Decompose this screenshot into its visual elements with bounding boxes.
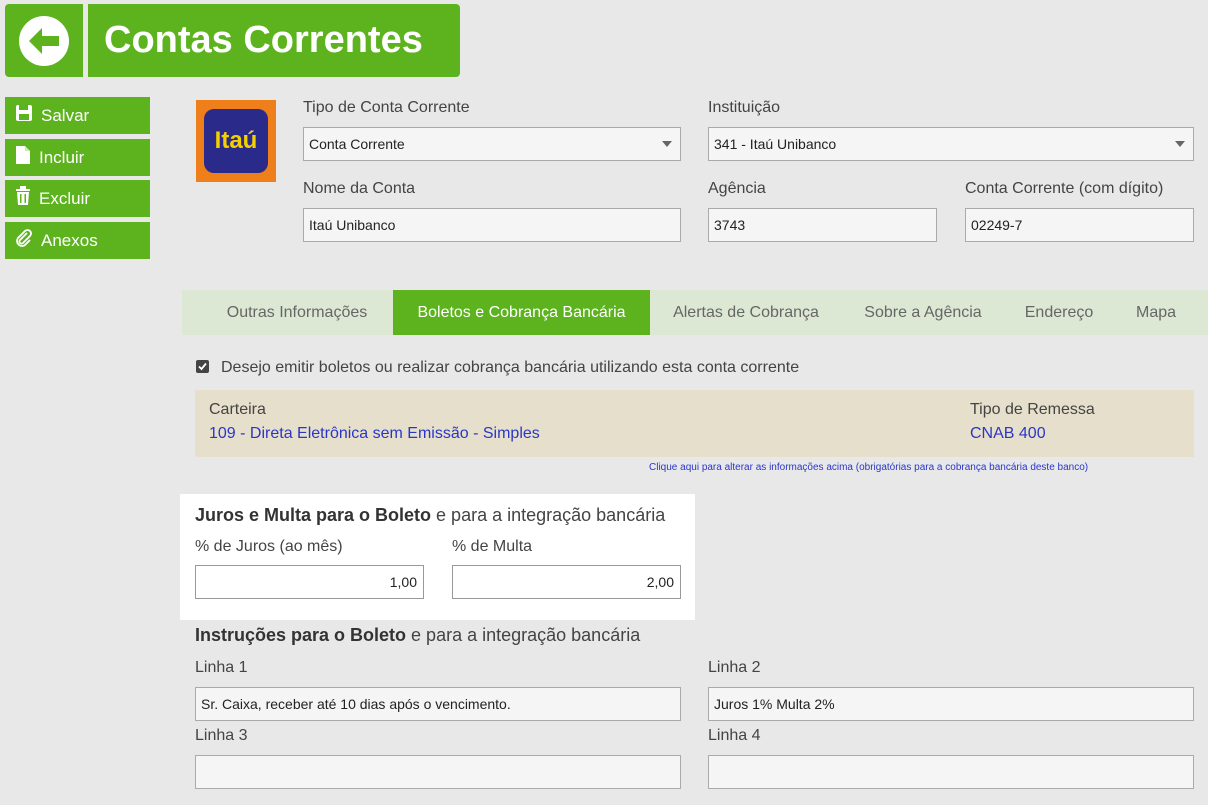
- bank-logo: Itaú: [196, 100, 276, 182]
- tab-billing-alerts[interactable]: Alertas de Cobrança: [656, 290, 836, 335]
- agency-input[interactable]: 3743: [708, 208, 937, 242]
- emit-boletos-label: Desejo emitir boletos ou realizar cobran…: [221, 359, 800, 376]
- line1-input[interactable]: Sr. Caixa, receber até 10 dias após o ve…: [195, 687, 681, 721]
- tab-boletos[interactable]: Boletos e Cobrança Bancária: [393, 290, 650, 335]
- line2-input[interactable]: Juros 1% Multa 2%: [708, 687, 1194, 721]
- account-number-label: Conta Corrente (com dígito): [965, 180, 1164, 197]
- carteira-value: 109 - Direta Eletrônica sem Emissão - Si…: [209, 425, 540, 442]
- page-title: Contas Correntes: [88, 4, 460, 77]
- carteira-label: Carteira: [209, 401, 266, 418]
- save-button[interactable]: Salvar: [5, 97, 150, 134]
- delete-button[interactable]: Excluir: [5, 180, 150, 217]
- account-number-input[interactable]: 02249-7: [965, 208, 1194, 242]
- new-file-icon: [15, 145, 31, 170]
- account-type-select[interactable]: Conta Corrente: [303, 127, 681, 161]
- line3-label: Linha 3: [195, 727, 248, 744]
- line4-input[interactable]: [708, 755, 1194, 789]
- chevron-down-icon: [1175, 141, 1185, 147]
- institution-value: 341 - Itaú Unibanco: [714, 136, 837, 152]
- account-type-label: Tipo de Conta Corrente: [303, 99, 470, 116]
- trash-icon: [15, 186, 31, 211]
- back-arrow-icon: [19, 15, 69, 66]
- bank-logo-text: Itaú: [204, 109, 268, 173]
- checkmark-icon: [198, 362, 207, 371]
- fine-label: % de Multa: [452, 538, 533, 555]
- add-label: Incluir: [39, 147, 85, 167]
- tab-other-info[interactable]: Outras Informações: [206, 290, 388, 335]
- remessa-label: Tipo de Remessa: [970, 401, 1095, 418]
- fine-input[interactable]: 2,00: [452, 565, 681, 599]
- chevron-down-icon: [662, 141, 672, 147]
- back-button[interactable]: [5, 4, 83, 77]
- emit-boletos-checkbox[interactable]: [196, 360, 209, 373]
- interest-input[interactable]: 1,00: [195, 565, 424, 599]
- institution-label: Instituição: [708, 99, 781, 116]
- institution-select[interactable]: 341 - Itaú Unibanco: [708, 127, 1194, 161]
- account-name-label: Nome da Conta: [303, 180, 416, 197]
- tab-address[interactable]: Endereço: [1010, 290, 1108, 335]
- save-label: Salvar: [41, 105, 90, 125]
- agency-label: Agência: [708, 180, 766, 197]
- line4-label: Linha 4: [708, 727, 761, 744]
- account-type-value: Conta Corrente: [309, 136, 405, 152]
- interest-fine-title: Juros e Multa para o Boleto e para a int…: [195, 505, 666, 525]
- tab-about-agency[interactable]: Sobre a Agência: [847, 290, 999, 335]
- add-button[interactable]: Incluir: [5, 139, 150, 176]
- line3-input[interactable]: [195, 755, 681, 789]
- remessa-value: CNAB 400: [970, 425, 1046, 442]
- attachments-label: Anexos: [41, 230, 98, 250]
- line1-label: Linha 1: [195, 659, 248, 676]
- instructions-title: Instruções para o Boleto e para a integr…: [195, 625, 641, 645]
- tab-map[interactable]: Mapa: [1118, 290, 1194, 335]
- interest-label: % de Juros (ao mês): [195, 538, 343, 555]
- attachments-button[interactable]: Anexos: [5, 222, 150, 259]
- account-name-input[interactable]: Itaú Unibanco: [303, 208, 681, 242]
- line2-label: Linha 2: [708, 659, 761, 676]
- save-icon: [15, 104, 33, 127]
- change-info-link[interactable]: Clique aqui para alterar as informações …: [649, 462, 1088, 473]
- delete-label: Excluir: [39, 188, 91, 208]
- paperclip-icon: [15, 229, 33, 252]
